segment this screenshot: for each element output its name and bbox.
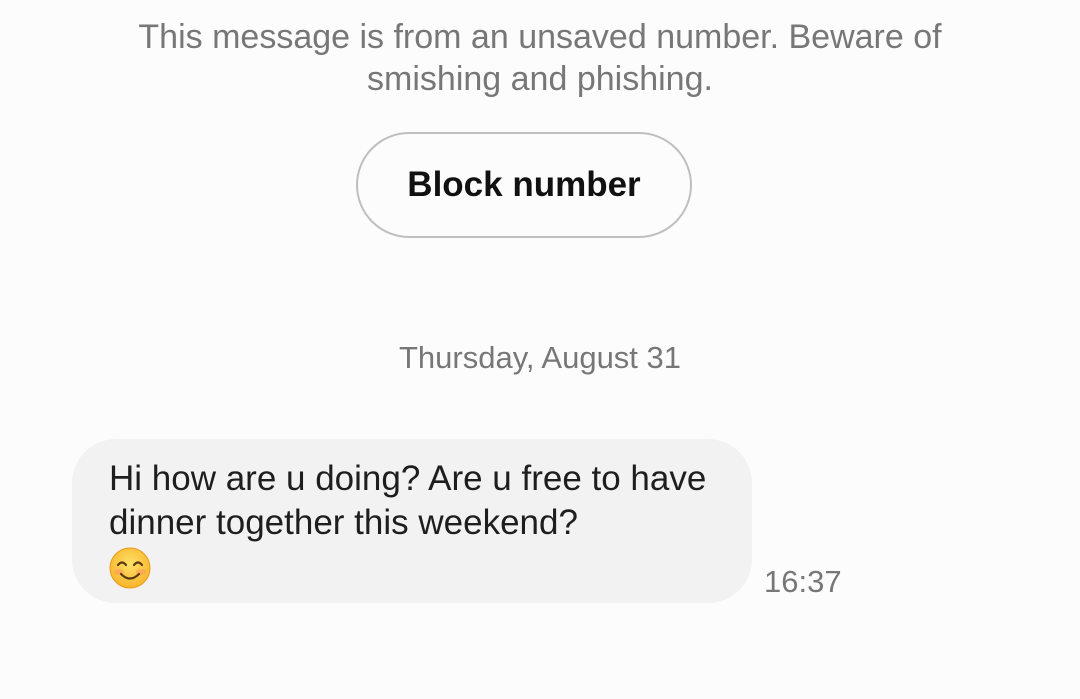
block-number-button[interactable]: Block number xyxy=(356,132,692,238)
incoming-message-bubble[interactable]: Hi how are u doing? Are u free to have d… xyxy=(72,439,752,603)
smiling-face-icon xyxy=(109,547,151,589)
message-text: Hi how are u doing? Are u free to have d… xyxy=(109,459,707,542)
date-separator: Thursday, August 31 xyxy=(398,340,682,375)
unsaved-number-warning: This message is from an unsaved number. … xyxy=(138,18,942,98)
message-timestamp: 16:37 xyxy=(764,564,842,599)
